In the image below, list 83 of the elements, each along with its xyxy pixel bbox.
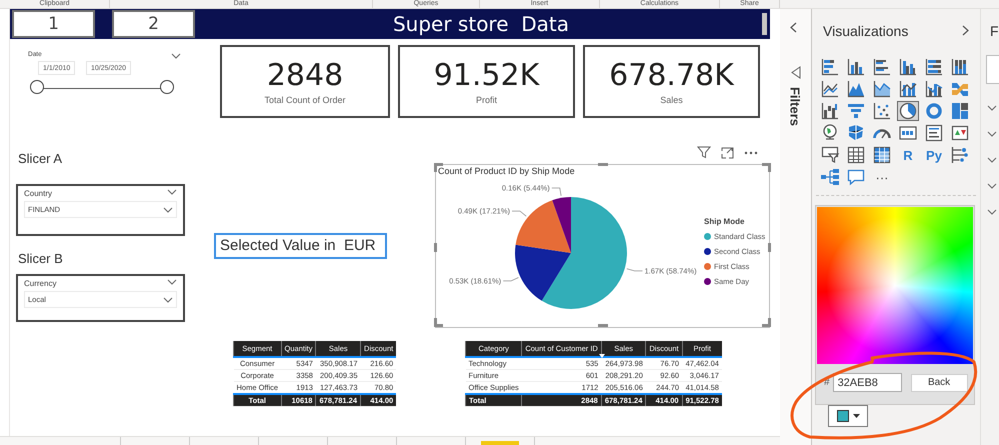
pane-title: Visualizations [823, 23, 908, 39]
r-visual-button[interactable]: R [897, 145, 919, 165]
key-influencers-icon[interactable] [949, 145, 971, 165]
funnel-icon[interactable] [845, 101, 867, 121]
bar-chart-icon[interactable] [871, 57, 893, 77]
resize-handle[interactable] [768, 243, 771, 252]
color-spectrum[interactable] [817, 207, 973, 364]
bar-chart-icon[interactable] [819, 57, 841, 77]
chevron-down-icon[interactable] [987, 183, 997, 189]
chart-title: Count of Product ID by Ship Mode [437, 165, 575, 178]
slicer-heading: Slicer B [18, 251, 63, 266]
pie-slice[interactable] [516, 200, 571, 253]
treemap-icon[interactable] [949, 101, 971, 121]
filters-pane-title[interactable]: Filters [788, 84, 802, 130]
sort-caret-icon [598, 354, 605, 358]
filter-icon[interactable] [791, 66, 801, 79]
leader-line [502, 277, 519, 282]
slicer-icon[interactable] [819, 145, 841, 165]
bar-chart-icon[interactable] [923, 57, 945, 77]
table-icon[interactable] [845, 145, 867, 165]
hex-input[interactable]: 32AEB8 [832, 373, 902, 392]
slider-handle[interactable] [30, 80, 44, 94]
more-visuals-button[interactable]: ··· [871, 167, 893, 187]
card-value: 91.52K [434, 58, 540, 92]
area-chart-icon[interactable] [845, 79, 867, 99]
chevron-down-icon[interactable] [167, 279, 177, 285]
kpi-icon[interactable] [949, 123, 971, 143]
caret-icon [852, 414, 860, 418]
pie-slice[interactable] [515, 244, 571, 301]
matrix-icon[interactable] [871, 145, 893, 165]
speech-bubble-icon[interactable] [845, 167, 867, 187]
pane-title: F [990, 23, 999, 39]
python-visual-button[interactable]: Py [923, 145, 945, 165]
area-chart-icon[interactable] [871, 79, 893, 99]
column-chart-icon[interactable] [949, 57, 971, 77]
pie-slice[interactable] [542, 197, 627, 309]
slider-handle[interactable] [160, 80, 174, 94]
page-button[interactable]: 1 [12, 10, 95, 38]
combo-chart-icon[interactable] [923, 79, 945, 99]
report-title: Super store Data [392, 12, 570, 36]
chevron-down-icon[interactable] [987, 131, 997, 137]
leader-line [512, 210, 527, 217]
page-button[interactable]: 2 [112, 10, 195, 38]
card-label: Profit [476, 94, 497, 104]
card-value: 2848 [266, 58, 344, 92]
scatter-chart-icon[interactable] [871, 101, 893, 121]
card-label: Sales [660, 94, 683, 104]
legend-title: Ship Mode [704, 217, 746, 226]
resize-handle[interactable] [598, 324, 608, 327]
chevron-down-icon[interactable] [987, 105, 997, 111]
combo-chart-icon[interactable] [897, 79, 919, 99]
multi-row-card-icon[interactable] [923, 123, 945, 143]
slicer-field-label: Currency [24, 279, 56, 288]
decomposition-tree-icon[interactable] [819, 167, 841, 187]
chevron-down-icon [163, 206, 173, 212]
text-box[interactable]: Selected Value in EUR [214, 233, 387, 259]
leader-line [626, 268, 643, 272]
collapse-icon[interactable] [790, 22, 797, 33]
column-chart-icon[interactable] [845, 57, 867, 77]
chevron-down-icon[interactable] [987, 209, 997, 215]
focus-mode-icon[interactable] [721, 146, 734, 158]
chevron-down-icon[interactable] [987, 157, 997, 163]
more-options-icon[interactable] [744, 150, 758, 154]
chevron-down-icon[interactable] [171, 53, 181, 59]
back-button[interactable]: Back [910, 374, 968, 392]
color-swatch [836, 410, 848, 422]
waterfall-chart-icon[interactable] [819, 101, 841, 121]
chevron-down-icon[interactable] [167, 189, 177, 195]
line-chart-icon[interactable] [819, 79, 841, 99]
leader-line [551, 188, 562, 196]
scrollbar-thumb[interactable] [762, 13, 767, 35]
color-dropdown[interactable] [828, 405, 868, 427]
card-value: 678.78K [609, 58, 734, 92]
pie-chart-icon[interactable] [897, 101, 919, 121]
chevron-down-icon [163, 296, 173, 302]
resize-handle[interactable] [598, 163, 608, 166]
card-label: Total Count of Order [264, 94, 346, 104]
slicer-field-label: Country [24, 189, 52, 198]
column-chart-icon[interactable] [897, 57, 919, 77]
resize-handle[interactable] [434, 243, 437, 252]
slicer-heading: Slicer A [18, 151, 62, 166]
filter-icon[interactable] [697, 146, 711, 159]
expand-icon[interactable] [962, 25, 969, 36]
